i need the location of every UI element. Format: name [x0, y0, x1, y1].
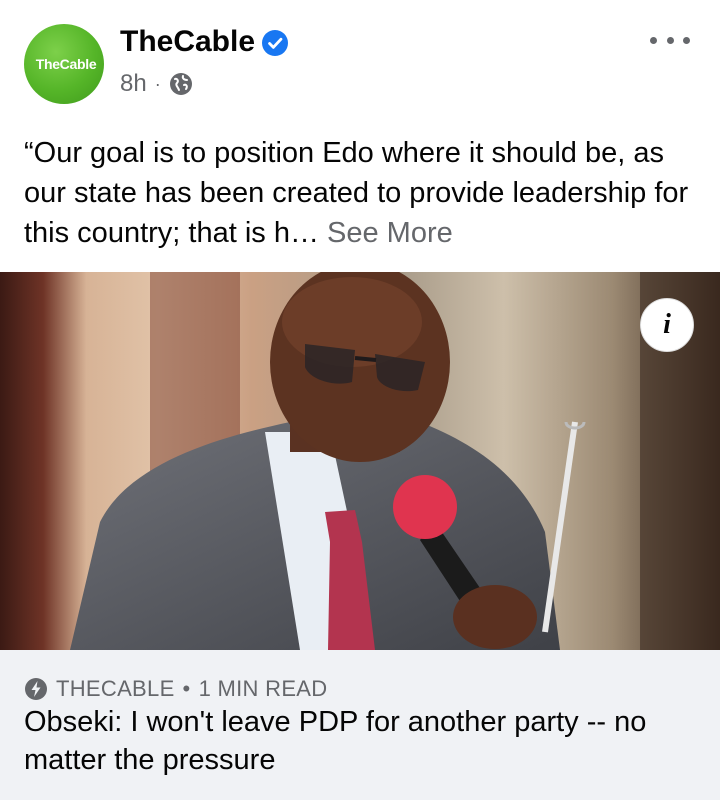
more-dot: [666, 36, 674, 44]
link-source-row: THECABLE • 1 MIN READ: [24, 674, 327, 704]
more-options-button[interactable]: [650, 30, 690, 50]
link-separator: •: [182, 676, 191, 701]
link-title[interactable]: Obseki: I won't leave PDP for another pa…: [24, 703, 714, 779]
post-timestamp[interactable]: 8h: [120, 70, 147, 98]
page-avatar[interactable]: TheCable: [24, 24, 104, 104]
post-header: TheCable TheCable 8h ·: [0, 0, 720, 120]
page-name-link[interactable]: TheCable: [120, 24, 255, 60]
lightning-bolt-icon: [25, 678, 47, 700]
photo-illustration: [0, 272, 720, 650]
post-text: “Our goal is to position Edo where it sh…: [24, 133, 704, 253]
post-photo[interactable]: [0, 272, 720, 650]
info-button[interactable]: i: [640, 298, 694, 352]
info-icon: i: [663, 309, 671, 340]
more-dot: [683, 36, 690, 44]
link-read-time: 1 MIN READ: [198, 676, 328, 701]
verified-badge-icon: [262, 30, 288, 56]
globe-icon: [169, 73, 192, 95]
avatar-logo-text: TheCable: [35, 56, 97, 72]
see-more-link[interactable]: See More: [327, 217, 453, 249]
meta-separator: ·: [154, 73, 161, 94]
post-meta: 8h ·: [120, 68, 193, 100]
more-options-icon: [650, 36, 657, 44]
link-source: THECABLE: [56, 676, 175, 701]
